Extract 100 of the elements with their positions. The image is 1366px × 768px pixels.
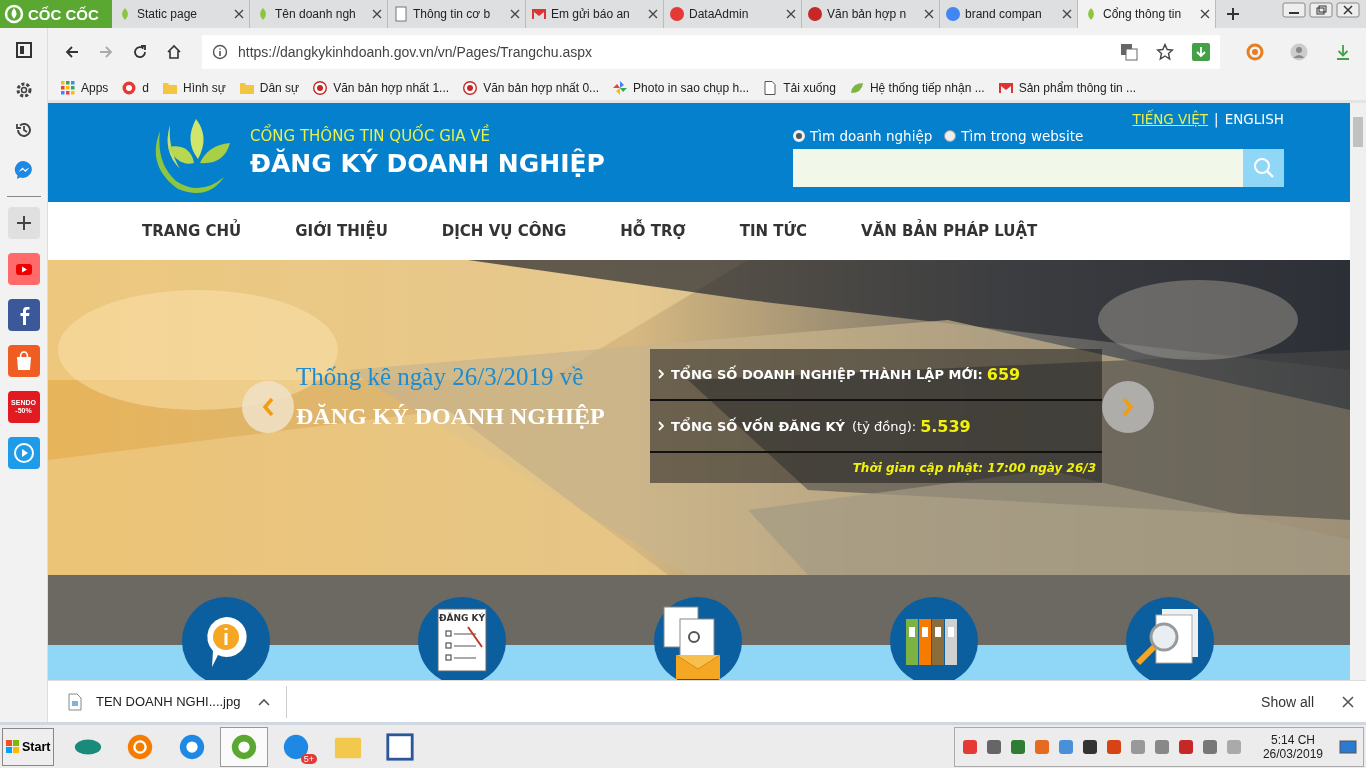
mail-icon [531,6,547,22]
radio-label[interactable]: Tìm doanh nghiệp [810,128,933,144]
mail-icon [998,80,1013,95]
stat-label: TỔNG SỐ VỐN ĐĂNG KÝ [671,418,845,434]
info-icon [212,43,228,60]
info-bubble-icon[interactable] [182,597,270,680]
start-button[interactable]: Start [2,727,54,766]
star-icon[interactable] [1156,42,1174,61]
zalo-taskbar-button[interactable]: 5+ [272,726,320,767]
close-icon[interactable] [924,9,934,19]
download-item[interactable]: TEN DOANH NGHI....jpg [48,685,288,718]
portal-title: ĐĂNG KÝ DOANH NGHIỆP [250,149,605,178]
bookmark[interactable]: Apps [61,80,109,95]
bookmark[interactable]: Dân sự [239,80,300,95]
close-icon[interactable] [234,9,244,19]
pinwheel-icon [613,80,628,95]
magnifier-document-icon[interactable] [1126,597,1214,680]
close-icon[interactable] [510,9,520,19]
back-icon[interactable] [64,43,80,60]
document-icon [385,731,415,762]
seal-icon [313,80,328,95]
close-icon[interactable] [372,9,382,19]
chevron-left-icon [262,397,274,417]
seal-icon [463,80,478,95]
document-icon [393,6,409,22]
leaf-icon [4,4,24,24]
apps-grid-icon [61,80,75,95]
bookmark[interactable]: Văn bản hợp nhất 0... [463,80,600,95]
facebook-icon[interactable] [7,299,40,331]
shopping-bag-icon[interactable] [7,345,40,377]
extension-icon[interactable] [1246,42,1264,61]
search-icon [1252,157,1275,179]
clock[interactable]: 5:14 CH 26/03/2019 [1262,732,1323,761]
play-app-icon[interactable] [7,253,40,285]
scrollbar[interactable] [1350,103,1366,680]
show-desktop-icon[interactable] [1339,737,1357,756]
close-icon[interactable] [1336,2,1360,18]
chevron-right-icon [1122,397,1134,417]
bookmark[interactable]: Hệ thống tiếp nhận ... [849,80,985,95]
nav-link[interactable]: TIN TỨC [739,222,808,240]
player-app-icon[interactable] [7,437,40,469]
update-time: Thời gian cập nhật: 17:00 ngày 26/3 [852,461,1096,475]
browser-tab[interactable]: Cổng thông tin [1078,0,1216,28]
windows-logo-icon [5,738,21,755]
nav-link[interactable]: DỊCH VỤ CÔNG [441,222,567,240]
chevron-right-icon [658,369,664,379]
radio-button[interactable] [944,130,957,142]
close-icon[interactable] [1062,9,1072,19]
bookmark[interactable]: Sản phẩm thông tin ... [998,80,1137,95]
search-field[interactable] [793,149,1243,187]
leaf-icon [849,80,864,95]
binders-icon[interactable] [890,597,978,680]
folder-icon [163,80,178,95]
nav-link[interactable]: GIỚI THIỆU [295,222,388,240]
bookmark[interactable]: Văn bản hợp nhất 1... [313,80,450,95]
new-tab-icon[interactable] [1226,7,1240,21]
messenger-icon[interactable] [13,160,34,180]
language-link[interactable]: ENGLISH [1224,111,1284,127]
bookmark[interactable]: Hình sự [163,80,226,95]
separator-text: | [1214,111,1219,127]
stat-label: TỔNG SỐ DOANH NGHIỆP THÀNH LẬP MỚI: [671,366,983,382]
slide-intro: Thống kê ngày 26/3/2019 về [296,363,585,391]
site-icon [945,6,961,22]
reload-icon[interactable] [132,43,148,60]
mail-envelope-icon[interactable] [654,597,742,680]
address-bar[interactable]: https://dangkykinhdoanh.gov.vn/vn/Pages/Trangchu.aspx [202,34,1220,69]
chevron-right-icon [658,421,664,431]
close-icon[interactable] [1342,695,1354,708]
radio-label[interactable]: Tìm trong website [961,128,1084,144]
notification-badge: 5+ [300,753,317,764]
close-icon[interactable] [648,9,658,19]
translate-icon[interactable] [1120,42,1138,61]
home-icon[interactable] [166,43,182,60]
download-icon[interactable] [1334,42,1352,61]
site-icon [807,6,823,22]
bookmark[interactable]: d [122,80,150,95]
folder-icon [239,80,254,95]
download-icon[interactable] [1192,42,1210,61]
minimize-icon[interactable] [1282,2,1306,18]
slide-headline: ĐĂNG KÝ DOANH NGHIỆP [296,403,606,430]
stat-value: 659 [986,364,1021,384]
badge-icon [122,80,137,95]
add-icon[interactable] [7,207,40,239]
close-icon[interactable] [786,9,796,19]
show-all-button[interactable]: Show all [1255,692,1320,711]
bookmark[interactable]: Photo in sao chụp h... [613,80,750,95]
close-icon[interactable] [1200,9,1210,19]
sidebar-toggle-icon[interactable] [13,40,34,60]
stat-value: 5.539 [920,416,971,436]
document-icon [763,80,778,95]
restore-icon[interactable] [1309,2,1333,18]
image-file-icon [68,692,82,711]
coccoc-taskbar-button[interactable] [220,726,268,767]
profile-icon[interactable] [1290,42,1308,61]
checklist-form-icon[interactable]: ĐĂNG KÝ [418,597,506,680]
stat-unit: (tỷ đồng): [852,418,917,434]
site-icon [669,6,685,22]
caret-icon[interactable] [258,697,271,706]
history-icon[interactable] [13,120,34,140]
bookmark[interactable]: Tải xuống [763,80,836,95]
